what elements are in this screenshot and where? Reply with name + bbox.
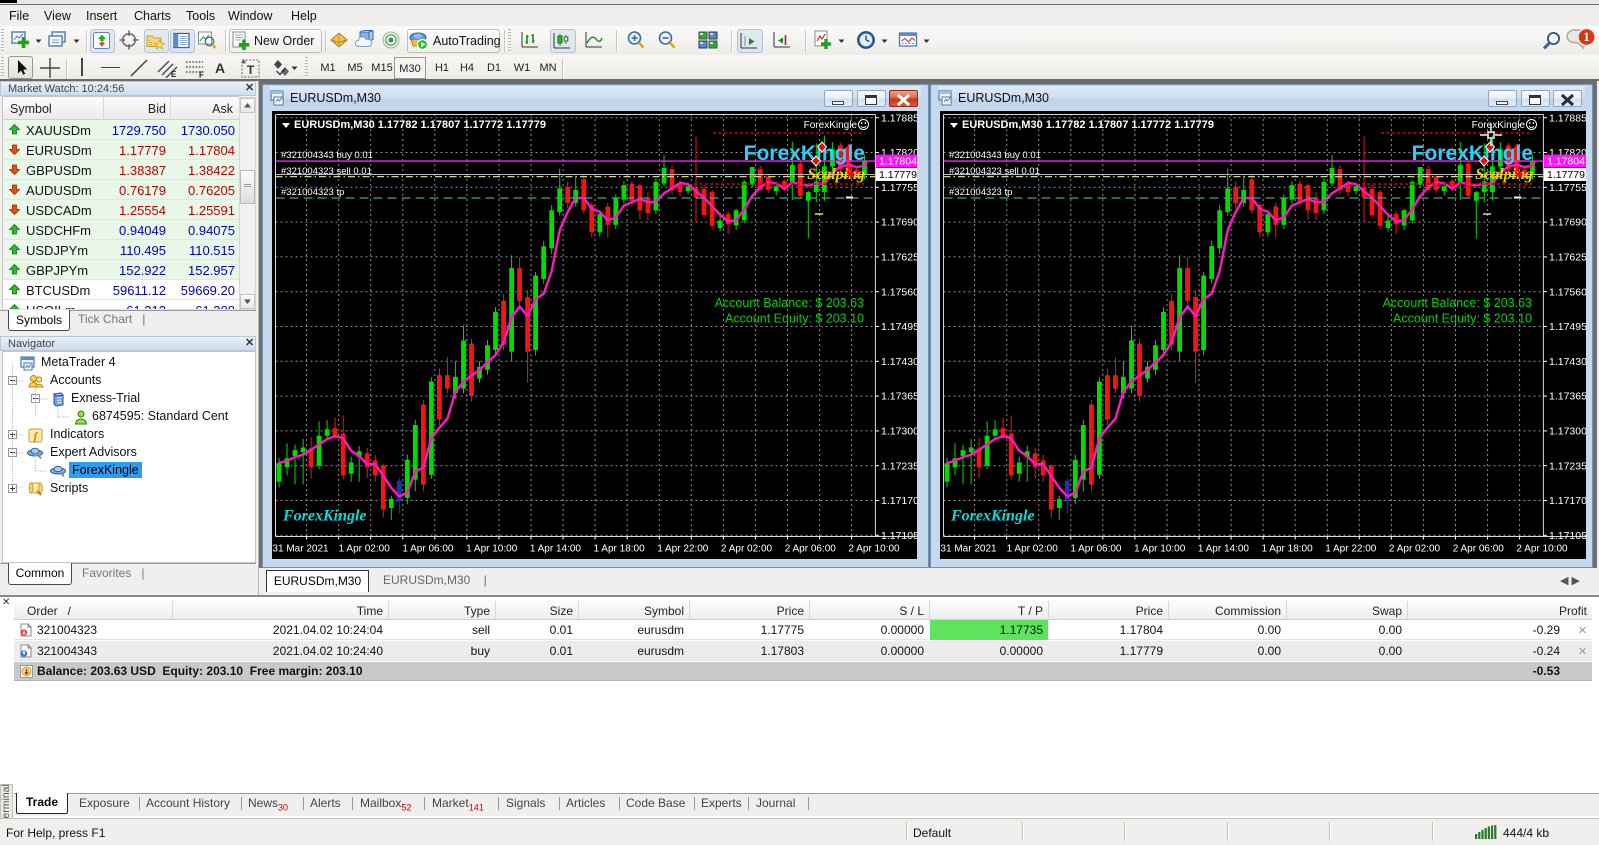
svg-text:1.17625: 1.17625: [1549, 252, 1586, 264]
svg-text:31 Mar 2021: 31 Mar 2021: [940, 544, 997, 555]
svg-text:1.17755: 1.17755: [881, 182, 917, 194]
svg-text:1.17105: 1.17105: [1549, 530, 1586, 542]
svg-text:Scalping: Scalping: [807, 166, 865, 183]
svg-text:#321004323 tp: #321004323 tp: [281, 187, 344, 198]
svg-text:2 Apr 06:00: 2 Apr 06:00: [785, 544, 837, 555]
svg-text:#321004323 tp: #321004323 tp: [949, 187, 1012, 198]
svg-text:2 Apr 02:00: 2 Apr 02:00: [1389, 544, 1441, 555]
svg-text:1.17804: 1.17804: [879, 156, 917, 168]
svg-text:1.17495: 1.17495: [1549, 321, 1586, 333]
svg-text:1.17779: 1.17779: [1547, 169, 1585, 181]
svg-text:#321004343 buy 0.01: #321004343 buy 0.01: [281, 150, 373, 161]
svg-text:2 Apr 02:00: 2 Apr 02:00: [721, 544, 773, 555]
svg-text:Account Balance: $ 203.63: Account Balance: $ 203.63: [1383, 296, 1532, 310]
svg-text:Account Equity: $ 203.10: Account Equity: $ 203.10: [1393, 312, 1532, 326]
svg-text:EURUSDm,M30 1.17782 1.17807 1: EURUSDm,M30 1.17782 1.17807 1.17772 1.17…: [294, 119, 546, 131]
svg-text:Account Equity: $ 203.10: Account Equity: $ 203.10: [725, 312, 864, 326]
svg-text:1.17885: 1.17885: [1549, 112, 1586, 124]
svg-text:1 Apr 14:00: 1 Apr 14:00: [1198, 544, 1250, 555]
svg-text:1.17365: 1.17365: [881, 391, 917, 403]
svg-text:#321004323 sell 0.01: #321004323 sell 0.01: [949, 166, 1040, 177]
svg-text:Scalping: Scalping: [1475, 166, 1533, 183]
svg-text:T: T: [247, 63, 255, 77]
svg-text:1.17430: 1.17430: [881, 356, 917, 368]
svg-text:ForexKingle: ForexKingle: [744, 142, 865, 165]
svg-text:1.17885: 1.17885: [881, 112, 917, 124]
svg-text:1 Apr 10:00: 1 Apr 10:00: [466, 544, 518, 555]
svg-text:1.17430: 1.17430: [1549, 356, 1586, 368]
svg-text:1.17235: 1.17235: [881, 460, 917, 472]
svg-text:ForexKingle: ForexKingle: [950, 508, 1035, 525]
svg-text:1 Apr 02:00: 1 Apr 02:00: [339, 544, 391, 555]
svg-text:#321004343 buy 0.01: #321004343 buy 0.01: [949, 150, 1041, 161]
svg-text:1: 1: [1583, 30, 1589, 44]
svg-text:1.17365: 1.17365: [1549, 391, 1586, 403]
svg-text:1.17625: 1.17625: [881, 252, 917, 264]
svg-text:1 Apr 06:00: 1 Apr 06:00: [402, 544, 454, 555]
svg-text:1 Apr 22:00: 1 Apr 22:00: [1325, 544, 1377, 555]
svg-text:1.17804: 1.17804: [1547, 156, 1585, 168]
svg-text:1.17779: 1.17779: [879, 169, 917, 181]
svg-text:1.17560: 1.17560: [1549, 286, 1586, 298]
svg-text:1.17560: 1.17560: [881, 286, 917, 298]
svg-text:1.17170: 1.17170: [881, 495, 917, 507]
svg-text:1.17170: 1.17170: [1549, 495, 1586, 507]
svg-text:1 Apr 18:00: 1 Apr 18:00: [594, 544, 646, 555]
svg-text:1.17235: 1.17235: [1549, 460, 1586, 472]
svg-text:1.17755: 1.17755: [1549, 182, 1586, 194]
svg-text:#321004323 sell 0.01: #321004323 sell 0.01: [281, 166, 372, 177]
svg-text:1 Apr 18:00: 1 Apr 18:00: [1262, 544, 1314, 555]
svg-text:2 Apr 06:00: 2 Apr 06:00: [1453, 544, 1505, 555]
svg-text:1.17495: 1.17495: [881, 321, 917, 333]
svg-text:2 Apr 10:00: 2 Apr 10:00: [848, 544, 900, 555]
svg-text:1.17690: 1.17690: [1549, 217, 1586, 229]
svg-text:ForexKingle: ForexKingle: [804, 120, 858, 131]
svg-text:1 Apr 14:00: 1 Apr 14:00: [530, 544, 582, 555]
svg-text:1.17690: 1.17690: [881, 217, 917, 229]
svg-text:1.17300: 1.17300: [881, 426, 917, 438]
svg-text:2 Apr 10:00: 2 Apr 10:00: [1516, 544, 1568, 555]
svg-text:1 Apr 02:00: 1 Apr 02:00: [1007, 544, 1059, 555]
svg-text:1 Apr 22:00: 1 Apr 22:00: [657, 544, 709, 555]
svg-text:Account Balance: $ 203.63: Account Balance: $ 203.63: [715, 296, 864, 310]
svg-text:F: F: [199, 71, 204, 79]
svg-text:ForexKingle: ForexKingle: [1412, 142, 1533, 165]
svg-text:ForexKingle: ForexKingle: [282, 508, 367, 525]
svg-text:1 Apr 06:00: 1 Apr 06:00: [1070, 544, 1122, 555]
svg-text:EURUSDm,M30 1.17782 1.17807 1: EURUSDm,M30 1.17782 1.17807 1.17772 1.17…: [962, 119, 1214, 131]
svg-text:1 Apr 10:00: 1 Apr 10:00: [1134, 544, 1186, 555]
svg-text:1.17105: 1.17105: [881, 530, 917, 542]
svg-text:1.17300: 1.17300: [1549, 426, 1586, 438]
svg-text:E: E: [171, 70, 177, 78]
svg-text:31 Mar 2021: 31 Mar 2021: [272, 544, 329, 555]
